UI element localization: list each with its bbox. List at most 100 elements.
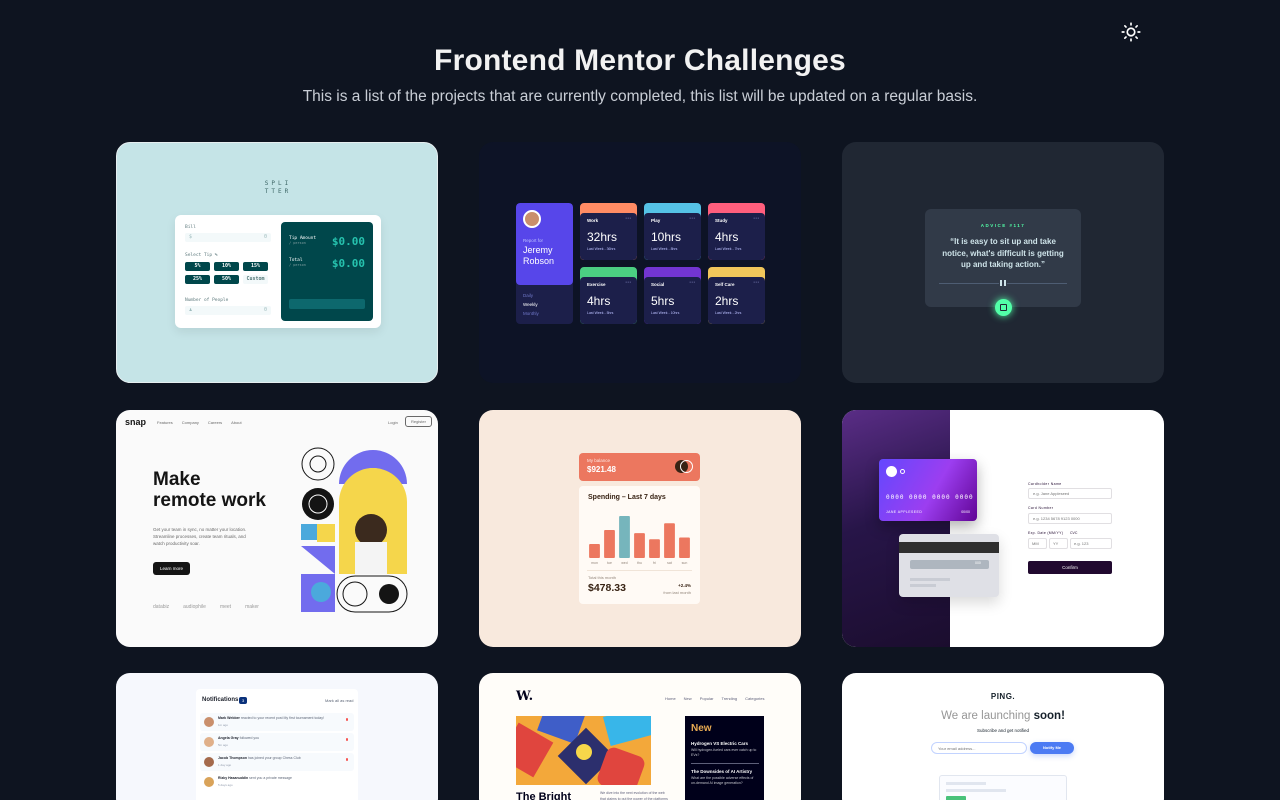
notification-item[interactable]: Mark Webber reacted to your recent post … — [200, 713, 354, 731]
avatar — [204, 717, 214, 727]
tip-option-button[interactable]: 25% — [185, 275, 210, 284]
tip-option-button[interactable]: 10% — [214, 262, 239, 271]
spending-bar-fri[interactable] — [649, 539, 660, 558]
project-card-advice-generator[interactable]: ADVICE #117 “It is easy to sit up and ta… — [842, 142, 1164, 383]
snap-nav-item[interactable]: About — [231, 420, 241, 425]
notification-time: 5 days ago — [218, 783, 233, 787]
activity-card[interactable]: Work ⋯ 32hrs Last Week - 36hrs — [580, 203, 637, 260]
notification-user[interactable]: Angela Gray — [218, 736, 239, 740]
spending-bar-sat[interactable] — [664, 523, 675, 558]
activity-card[interactable]: Study ⋯ 4hrs Last Week - 7hrs — [708, 203, 765, 260]
tip-option-button[interactable]: 50% — [214, 275, 239, 284]
spending-day-label: wed — [621, 561, 627, 565]
project-card-ping-coming-soon[interactable]: PING. We are launching soon! Subscribe a… — [842, 673, 1164, 800]
activity-card[interactable]: Social ⋯ 5hrs Last Week - 10hrs — [644, 267, 701, 324]
period-monthly[interactable]: Monthly — [523, 309, 539, 318]
notification-item[interactable]: Angela Gray followed you 5m ago — [200, 733, 354, 751]
spending-bar-wed[interactable] — [619, 516, 630, 558]
people-input[interactable]: ♟ 0 — [185, 306, 271, 315]
people-label: Number of People — [185, 298, 229, 303]
notification-user[interactable]: Rizky Hasanuddin — [218, 776, 248, 780]
exp-year-input[interactable] — [1049, 538, 1068, 549]
notification-user[interactable]: Jacob Thompson — [218, 756, 247, 760]
tip-amount-sub: / person — [289, 241, 306, 245]
spending-bar-thu[interactable] — [634, 533, 645, 558]
cvc-input[interactable] — [1070, 538, 1112, 549]
ellipsis-icon[interactable]: ⋯ — [625, 215, 631, 222]
activity-last-week: Last Week - 36hrs — [587, 247, 616, 251]
tip-option-button[interactable]: 15% — [243, 262, 268, 271]
snap-logo: snap — [125, 417, 147, 427]
notification-item[interactable]: Jacob Thompson has joined your group Che… — [200, 753, 354, 771]
card-number-input[interactable] — [1028, 513, 1112, 524]
activity-hours: 4hrs — [715, 230, 739, 244]
snap-client-logo: audiophile — [183, 604, 206, 610]
exp-month-input[interactable] — [1028, 538, 1047, 549]
tip-amount-value: $0.00 — [331, 235, 365, 248]
new-item-1-title[interactable]: Hydrogen VS Electric Cars — [691, 741, 759, 746]
splitter-logo-line1: SPLI — [264, 180, 292, 187]
project-card-notifications[interactable]: Notifications 3 Mark all as read Mark We… — [116, 673, 438, 800]
project-card-tip-calculator[interactable]: SPLI TTER Bill $ 0 Select Tip % 5% 10% 15%… — [116, 142, 438, 383]
new-item-2-title[interactable]: The Downsides of AI Artistry — [691, 769, 759, 774]
dice-button[interactable] — [995, 299, 1012, 316]
project-card-news-homepage[interactable]: W. Home New Popular Trending Categories The … — [479, 673, 801, 800]
card-number-label: Card Number — [1028, 506, 1054, 510]
ping-notify-button[interactable]: Notify Me — [1030, 742, 1074, 754]
activity-card[interactable]: Self Care ⋯ 2hrs Last Week - 2hrs — [708, 267, 765, 324]
ellipsis-icon[interactable]: ⋯ — [753, 279, 759, 286]
ping-email-input[interactable] — [931, 742, 1027, 754]
spending-day-label: mon — [591, 561, 598, 565]
spending-panel: Spending – Last 7 days mon tue wed thu fri sa… — [579, 486, 700, 604]
change-value: +2.4% — [678, 583, 691, 588]
snap-nav-item[interactable]: Company — [182, 420, 199, 425]
period-daily[interactable]: Daily — [523, 291, 539, 300]
confirm-button[interactable]: Confirm — [1028, 561, 1112, 574]
spending-bar-mon[interactable] — [589, 544, 600, 558]
activity-card[interactable]: Play ⋯ 10hrs Last Week - 8hrs — [644, 203, 701, 260]
ellipsis-icon[interactable]: ⋯ — [689, 279, 695, 286]
tip-option-button[interactable]: 5% — [185, 262, 210, 271]
project-card-card-details[interactable]: 0000 0000 0000 0000 JANE APPLESEED 00/00… — [842, 410, 1164, 647]
mark-all-read-link[interactable]: Mark all as read — [325, 698, 353, 703]
dice-icon — [1000, 304, 1007, 311]
cardholder-input[interactable] — [1028, 488, 1112, 499]
snap-learn-more-button[interactable]: Learn more — [153, 562, 191, 575]
project-card-snap-landing[interactable]: snap Features Company Careers About Login R… — [116, 410, 438, 647]
activity-card[interactable]: Exercise ⋯ 4hrs Last Week - 5hrs — [580, 267, 637, 324]
bill-input[interactable]: $ 0 — [185, 233, 271, 242]
project-card-expenses-chart[interactable]: My balance $921.48 Spending – Last 7 day… — [479, 410, 801, 647]
ellipsis-icon[interactable]: ⋯ — [689, 215, 695, 222]
news-nav-item[interactable]: Home — [665, 696, 676, 701]
spending-bar-tue[interactable] — [604, 530, 615, 558]
activity-hours: 32hrs — [587, 230, 618, 244]
snap-login-link[interactable]: Login — [388, 420, 398, 425]
snap-client-logo: maker — [245, 604, 259, 610]
news-nav-item[interactable]: New — [684, 696, 692, 701]
news-nav-item[interactable]: Trending — [721, 696, 737, 701]
unread-dot — [345, 758, 348, 761]
snap-register-button[interactable]: Register — [405, 416, 432, 427]
activity-hours: 4hrs — [587, 294, 611, 308]
activity-name: Exercise — [587, 282, 606, 287]
theme-toggle-button[interactable] — [1119, 20, 1143, 44]
spending-title: Spending – Last 7 days — [588, 494, 666, 501]
notifications-title: Notifications — [202, 697, 239, 703]
reset-button[interactable] — [289, 299, 365, 309]
ellipsis-icon[interactable]: ⋯ — [753, 215, 759, 222]
snap-nav-item[interactable]: Careers — [208, 420, 222, 425]
spending-bar-sun[interactable] — [679, 537, 690, 558]
notification-item[interactable]: Rizky Hasanuddin sent you a private mess… — [200, 773, 354, 791]
snap-nav-item[interactable]: Features — [157, 420, 173, 425]
balance-label: My balance — [587, 458, 611, 463]
avatar — [523, 210, 541, 228]
project-card-time-tracking[interactable]: Report for Jeremy Robson Daily Weekly Mo… — [479, 142, 801, 383]
tip-custom-button[interactable]: Custom — [243, 275, 268, 284]
ellipsis-icon[interactable]: ⋯ — [625, 279, 631, 286]
news-nav-item[interactable]: Popular — [700, 696, 714, 701]
people-value: 0 — [263, 307, 267, 313]
notification-user[interactable]: Mark Webber — [218, 716, 240, 720]
news-nav-item[interactable]: Categories — [745, 696, 764, 701]
change-label: from last month — [663, 590, 691, 595]
period-weekly[interactable]: Weekly — [523, 300, 539, 309]
